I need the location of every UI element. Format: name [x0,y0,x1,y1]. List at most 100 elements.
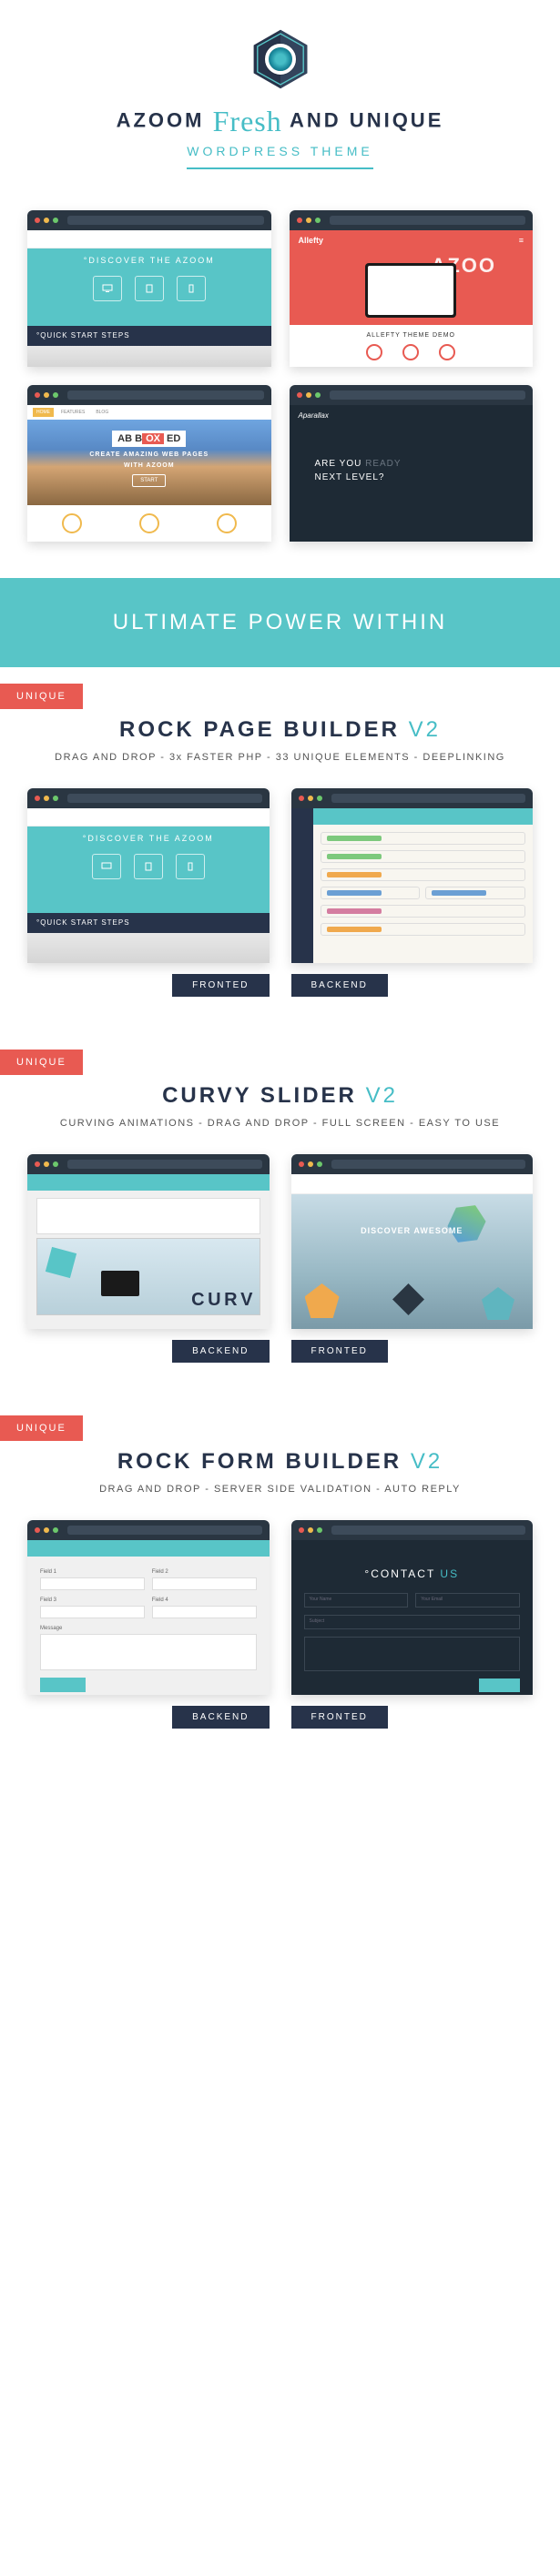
admin-sidebar [291,808,313,963]
contact-title: °CONTACT US [291,1558,534,1593]
message-textarea [304,1637,521,1671]
label-frontend: FRONTED [291,1706,388,1729]
builder-row [321,832,526,845]
mobile-icon [177,276,206,301]
builder-row [321,868,526,881]
demo3-logo: AB BOX ED [112,431,186,447]
curvy-headline: DISCOVER AWESOME [361,1226,463,1235]
email-input: Your Email [415,1593,520,1607]
send-button [479,1678,520,1692]
feature-icon [62,513,82,533]
demo4-line1: ARE YOU READY [315,459,534,469]
demo-aparallax[interactable]: Aparallax ARE YOU READY NEXT LEVEL? [290,385,534,542]
rockform-backend-shot[interactable]: Field 1Field 2 Field 3Field 4 Message BA… [27,1520,270,1729]
slider-toolbar [27,1174,270,1191]
demo4-line2: NEXT LEVEL? [315,472,534,482]
demo-abboxed[interactable]: HOMEFEATURESBLOG AB BOX ED CREATE AMAZIN… [27,385,271,542]
tablet-icon [135,276,164,301]
monitor-mockup [365,263,456,318]
mobile-icon [176,854,205,879]
label-frontend: FRONTED [291,1340,388,1363]
title-fresh: Fresh [213,105,282,137]
browser-chrome [27,385,271,405]
section-title: ROCK PAGE BUILDER V2 [0,717,560,743]
section-rock-page-builder: UNIQUE ROCK PAGE BUILDER V2 DRAG AND DRO… [0,667,560,997]
subject-input: Subject [304,1615,521,1629]
browser-chrome [291,788,534,808]
builder-row [321,850,526,863]
banner-ultimate-power: ULTIMATE POWER WITHIN [0,578,560,667]
submit-button [40,1678,86,1692]
slider-panel [36,1198,260,1234]
monitor-icon [92,854,121,879]
demo1-footer: °QUICK START STEPS [27,326,271,346]
label-backend: BACKEND [172,1340,269,1363]
browser-chrome [27,210,271,230]
shape-icon [46,1247,76,1278]
tablet-icon [134,854,163,879]
hero-subtitle: WORDPRESS THEME [187,144,372,169]
feature-icon [217,513,237,533]
text-input [40,1577,145,1590]
tag-unique: UNIQUE [0,1050,83,1075]
hexagon-icon [440,1197,494,1252]
builder-row [321,887,421,899]
form-toolbar [27,1540,270,1557]
name-input: Your Name [304,1593,409,1607]
browser-chrome [27,788,270,808]
logo-eye-icon [265,44,296,75]
section-curvy-slider: UNIQUE CURVY SLIDER V2 CURVING ANIMATION… [0,1033,560,1363]
section-title: CURVY SLIDER V2 [0,1083,560,1109]
section-title: ROCK FORM BUILDER V2 [0,1449,560,1475]
section-rock-form-builder: UNIQUE ROCK FORM BUILDER V2 DRAG AND DRO… [0,1399,560,1765]
label-backend: BACKEND [172,1706,269,1729]
pentagon-icon [305,1283,340,1318]
section-subtitle: DRAG AND DROP - SERVER SIDE VALIDATION -… [0,1484,560,1495]
rockpage-frontend-shot[interactable]: °DISCOVER THE AZOOM °QUICK START STEPS F… [27,788,270,997]
rockpage-discover: °DISCOVER THE AZOOM [27,834,270,843]
demo4-logo: Aparallax [290,405,534,427]
demos-grid: °DISCOVER THE AZOOM °QUICK START STEPS A… [0,188,560,578]
curvy-letters: C U R V [191,1290,251,1311]
demo3-line2: WITH AZOOM [27,462,271,469]
browser-chrome [291,1520,534,1540]
tag-unique: UNIQUE [0,684,83,709]
demo1-heading: °DISCOVER THE AZOOM [27,256,271,265]
text-input [152,1577,257,1590]
builder-row [425,887,525,899]
slider-canvas: C U R V [36,1238,260,1315]
circle-icon [366,344,382,360]
textarea-input [40,1634,257,1670]
browser-chrome [290,385,534,405]
demo3-button: START [132,474,166,487]
logo [249,27,312,91]
circle-icon [402,344,419,360]
text-input [40,1606,145,1618]
circle-icon [439,344,455,360]
label-backend: BACKEND [291,974,388,997]
curvy-backend-shot[interactable]: C U R V BACKEND [27,1154,270,1363]
browser-chrome [290,210,534,230]
label-frontend: FRONTED [172,974,269,997]
pentagon-icon [482,1287,514,1320]
feature-icon [139,513,159,533]
curvy-frontend-shot[interactable]: DISCOVER AWESOME FRONTED [291,1154,534,1363]
title-post: AND UNIQUE [290,108,443,131]
builder-toolbar [313,808,534,825]
demo-azoom-default[interactable]: °DISCOVER THE AZOOM °QUICK START STEPS [27,210,271,367]
builder-row [321,923,526,936]
demo-allefty[interactable]: Allefty≡ AZOO ALLEFTY THEME DEMO [290,210,534,367]
monitor-icon [101,1271,139,1296]
section-subtitle: DRAG AND DROP - 3x FASTER PHP - 33 UNIQU… [0,752,560,763]
title-pre: AZOOM [117,108,205,131]
text-input [152,1606,257,1618]
rockform-frontend-shot[interactable]: °CONTACT US Your Name Your Email Subject… [291,1520,534,1729]
tag-unique: UNIQUE [0,1415,83,1441]
browser-chrome [27,1520,270,1540]
browser-chrome [27,1154,270,1174]
diamond-icon [392,1283,424,1315]
rockpage-backend-shot[interactable]: BACKEND [291,788,534,997]
hero: AZOOM Fresh AND UNIQUE WORDPRESS THEME [0,0,560,188]
hero-title: AZOOM Fresh AND UNIQUE [0,105,560,138]
browser-chrome [291,1154,534,1174]
